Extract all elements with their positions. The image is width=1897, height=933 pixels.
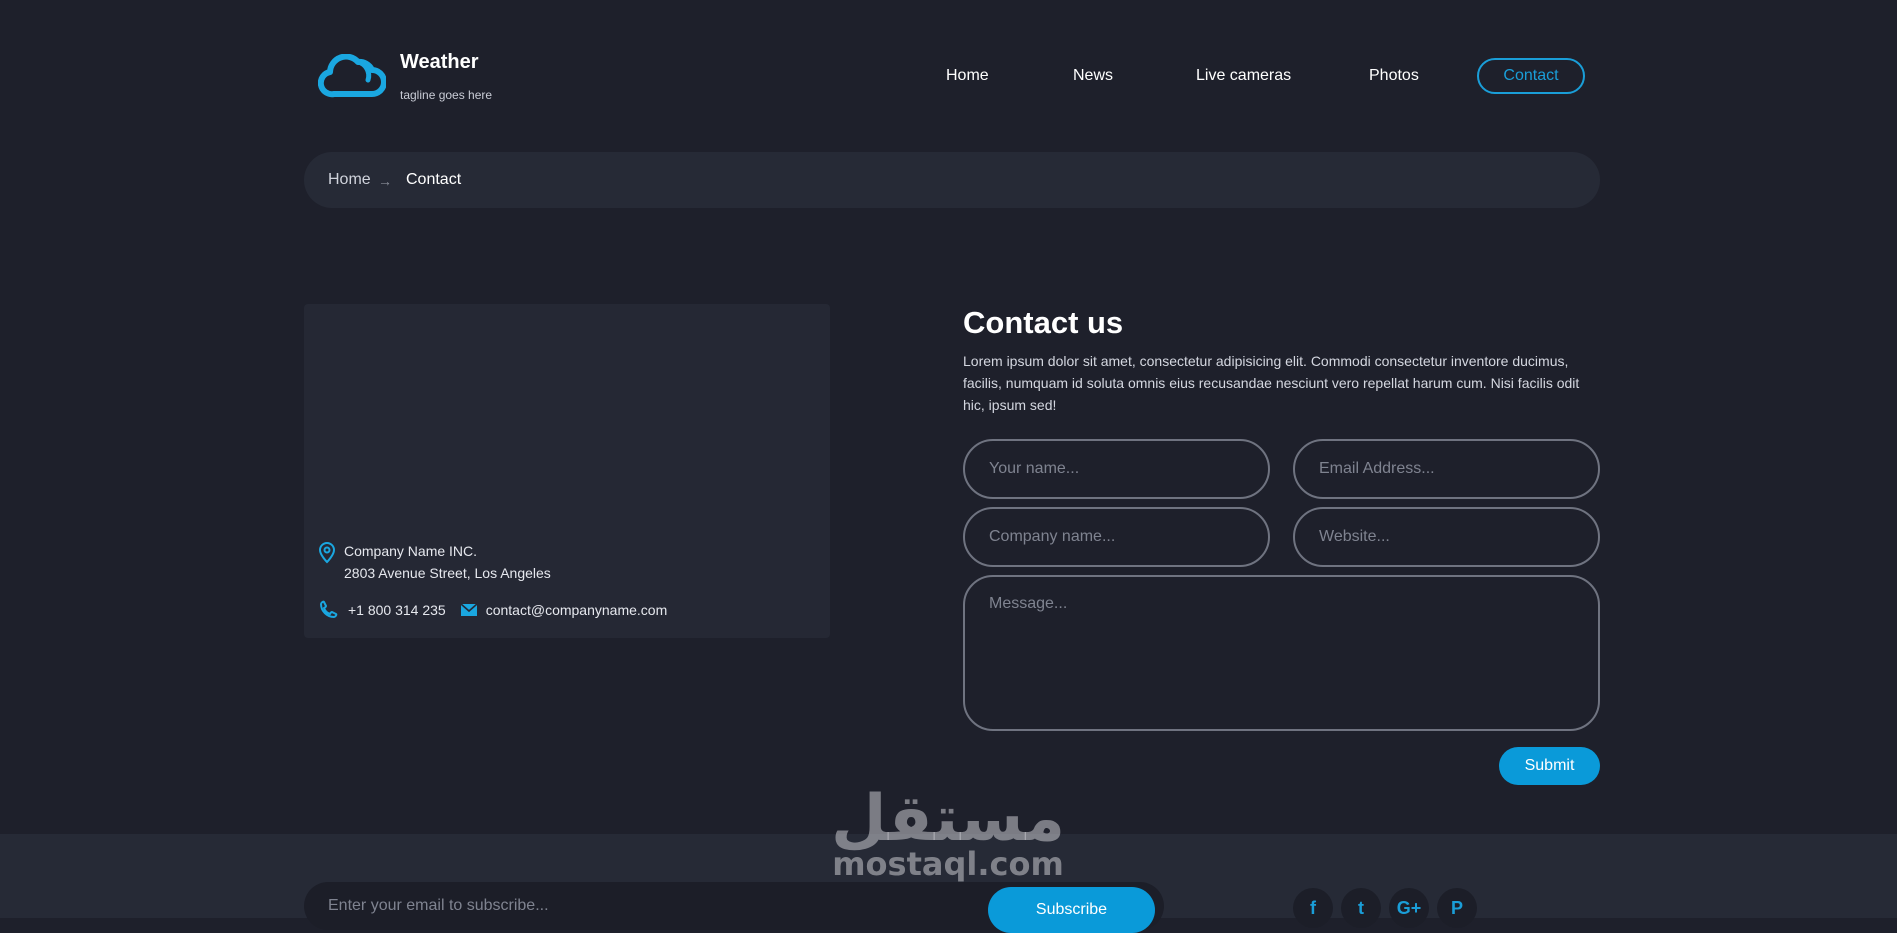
- name-input[interactable]: [963, 439, 1270, 499]
- pinterest-icon[interactable]: P: [1437, 888, 1477, 928]
- nav-item-live-cameras[interactable]: Live cameras: [1196, 58, 1291, 94]
- facebook-icon[interactable]: f: [1293, 888, 1333, 928]
- map-panel[interactable]: Company Name INC. 2803 Avenue Street, Lo…: [304, 304, 830, 638]
- email-input[interactable]: [1293, 439, 1600, 499]
- website-input[interactable]: [1293, 507, 1600, 567]
- facebook-glyph: f: [1310, 897, 1316, 918]
- breadcrumb: Home → Contact: [304, 152, 1600, 208]
- nav-item-contact[interactable]: Contact: [1477, 58, 1585, 94]
- breadcrumb-current: Contact: [406, 171, 462, 188]
- message-textarea[interactable]: [963, 575, 1600, 731]
- phone-number[interactable]: +1 800 314 235: [348, 602, 446, 618]
- submit-button[interactable]: Submit: [1499, 747, 1600, 785]
- contact-title: Contact us: [963, 305, 1124, 340]
- email-address[interactable]: contact@companyname.com: [486, 602, 668, 618]
- nav-item-news[interactable]: News: [1073, 58, 1113, 94]
- contact-row: +1 800 314 235 contact@companyname.com: [318, 600, 667, 620]
- address-block: Company Name INC. 2803 Avenue Street, Lo…: [318, 540, 551, 584]
- breadcrumb-home-link[interactable]: Home: [328, 152, 371, 208]
- company-input[interactable]: [963, 507, 1270, 567]
- subscribe-button[interactable]: Subscribe: [988, 887, 1155, 933]
- pinterest-glyph: P: [1450, 897, 1463, 918]
- nav-item-home[interactable]: Home: [946, 58, 989, 94]
- company-address: 2803 Avenue Street, Los Angeles: [344, 565, 551, 581]
- twitter-icon[interactable]: t: [1341, 888, 1381, 928]
- contact-description: Lorem ipsum dolor sit amet, consectetur …: [963, 353, 1580, 413]
- main-nav: Home News Live cameras Photos Contact: [0, 58, 1897, 94]
- google-plus-icon[interactable]: G+: [1389, 888, 1429, 928]
- breadcrumb-arrow-icon: →: [378, 173, 392, 189]
- company-name: Company Name INC.: [344, 543, 478, 559]
- google-plus-glyph: G+: [1396, 897, 1422, 918]
- site-header: Weather tagline goes here Home News Live…: [0, 0, 1897, 150]
- phone-icon: [320, 600, 338, 618]
- nav-item-photos[interactable]: Photos: [1369, 58, 1419, 94]
- map-pin-icon: [318, 542, 336, 564]
- mail-icon: [460, 603, 478, 616]
- twitter-glyph: t: [1358, 897, 1364, 918]
